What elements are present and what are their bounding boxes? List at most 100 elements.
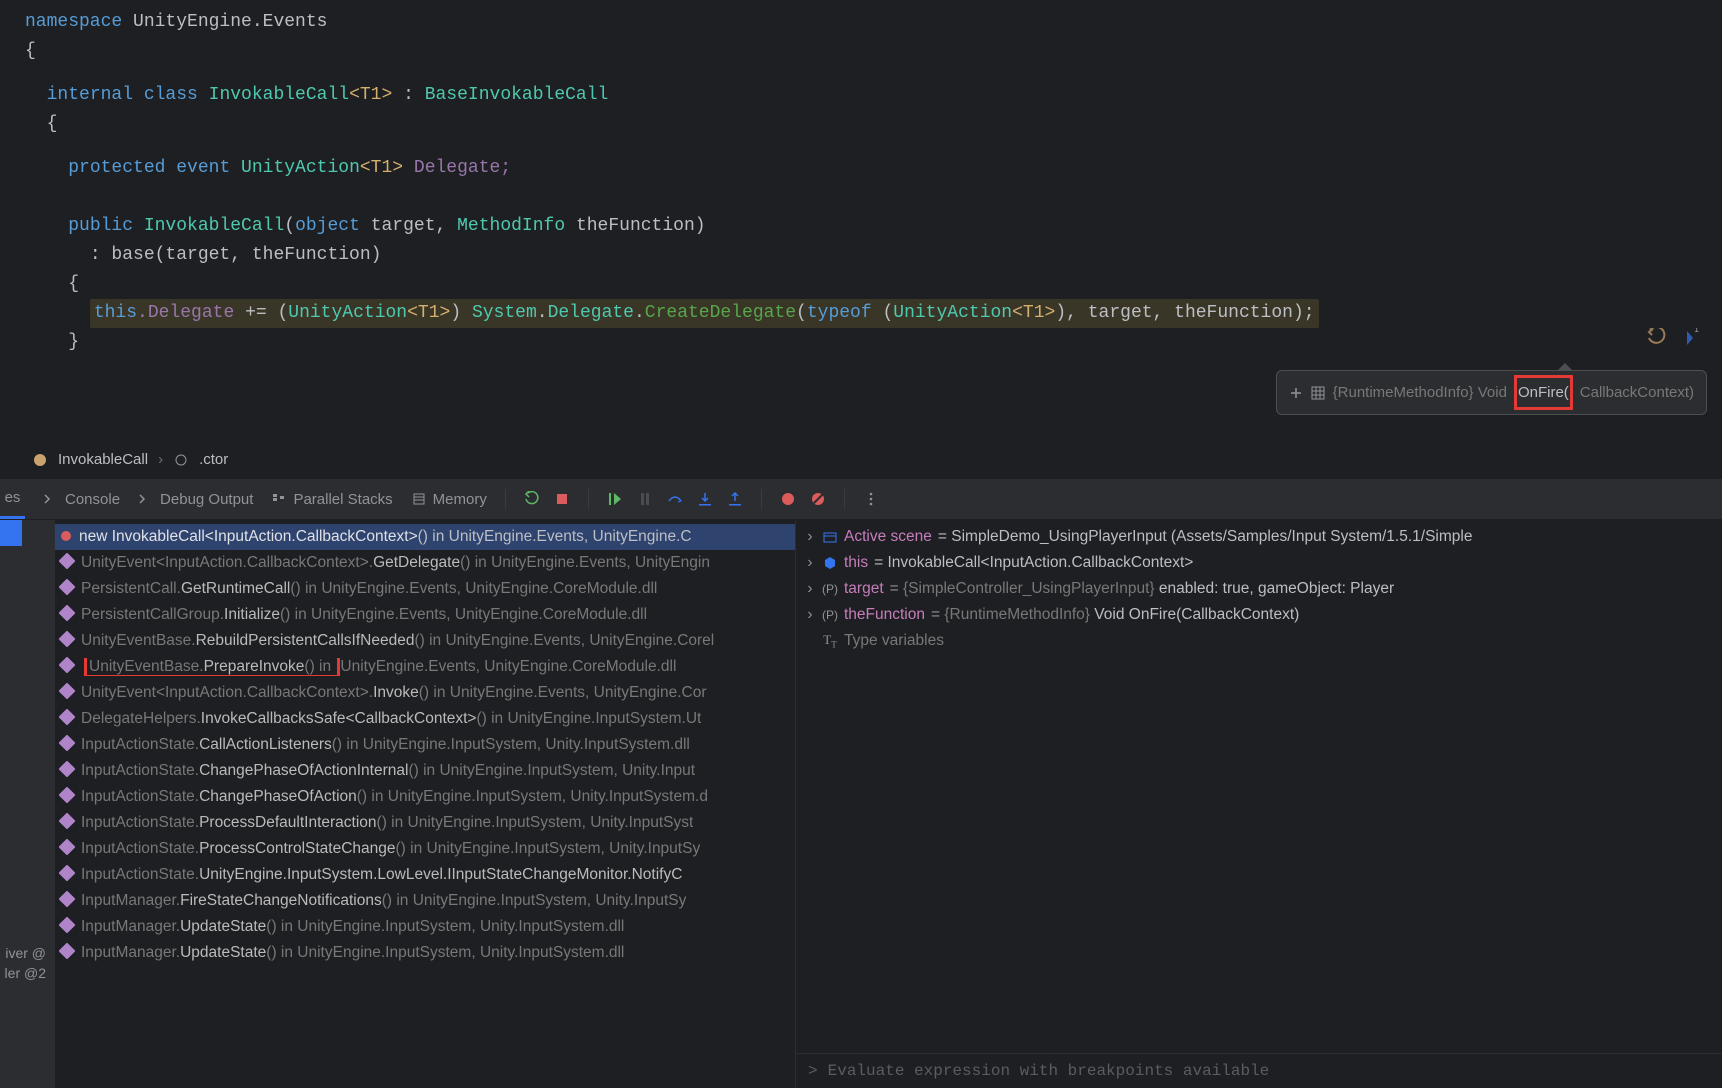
code-token: <T1> xyxy=(360,158,403,178)
resume-icon[interactable] xyxy=(607,491,623,507)
frame-icon xyxy=(61,840,73,858)
code-token: { xyxy=(68,274,79,294)
variable-row[interactable]: TTType variables xyxy=(796,628,1722,654)
debug-toolbar: es Console Debug Output Parallel Stacks … xyxy=(0,478,1722,520)
tooltip-prefix: {RuntimeMethodInfo} Void xyxy=(1333,378,1507,407)
stack-frame-text: InputActionState.ProcessDefaultInteracti… xyxy=(81,814,693,832)
pause-icon[interactable] xyxy=(637,491,653,507)
stack-frame[interactable]: new InvokableCall<InputAction.CallbackCo… xyxy=(55,524,795,550)
stack-frame[interactable]: PersistentCall.GetRuntimeCall() in Unity… xyxy=(55,576,795,602)
debug-output-tab[interactable]: Debug Output xyxy=(138,491,253,508)
stack-frame[interactable]: DelegateHelpers.InvokeCallbacksSafe<Call… xyxy=(55,706,795,732)
execution-line: this.Delegate += (UnityAction<T1>) Syste… xyxy=(90,299,1319,328)
code-token: { xyxy=(25,37,1722,66)
stack-frame[interactable]: UnityEventBase.RebuildPersistentCallsIfN… xyxy=(55,628,795,654)
console-tab[interactable]: Console xyxy=(43,491,120,508)
stack-frame-text: InputActionState.ProcessControlStateChan… xyxy=(81,840,700,858)
debug-value-tooltip: {RuntimeMethodInfo} Void OnFire(Callback… xyxy=(1276,370,1707,415)
code-token: .Delegate xyxy=(137,303,245,323)
stack-frame[interactable]: PersistentCallGroup.Initialize() in Unit… xyxy=(55,602,795,628)
code-token: : base(target, theFunction) xyxy=(90,245,382,265)
code-token: } xyxy=(68,332,79,352)
svg-text:I: I xyxy=(1694,328,1699,335)
code-token: namespace xyxy=(25,12,122,32)
code-token: internal class xyxy=(47,85,198,105)
frame-icon xyxy=(61,554,73,572)
variable-row[interactable]: ›(P)target = {SimpleController_UsingPlay… xyxy=(796,576,1722,602)
stack-frame[interactable]: InputActionState.ChangePhaseOfActionInte… xyxy=(55,758,795,784)
stack-frame-text: InputActionState.CallActionListeners() i… xyxy=(81,736,690,754)
more-icon[interactable] xyxy=(863,491,879,507)
type-icon: TT xyxy=(822,632,838,650)
code-token: object xyxy=(295,216,360,236)
code-token: InvokableCall xyxy=(133,216,284,236)
stack-frame[interactable]: InputActionState.ProcessDefaultInteracti… xyxy=(55,810,795,836)
stack-frame[interactable]: UnityEventBase.PrepareInvoke() in UnityE… xyxy=(55,654,795,680)
stack-frame-text: UnityEventBase.PrepareInvoke() in UnityE… xyxy=(81,658,676,676)
code-token: Delegate; xyxy=(403,158,511,178)
step-into-icon[interactable] xyxy=(697,491,713,507)
stack-frame[interactable]: InputManager.FireStateChangeNotification… xyxy=(55,888,795,914)
stack-frame[interactable]: InputActionState.UnityEngine.InputSystem… xyxy=(55,862,795,888)
frame-icon xyxy=(61,918,73,936)
code-token: target, xyxy=(360,216,457,236)
step-over-icon[interactable] xyxy=(667,491,683,507)
frame-icon xyxy=(61,866,73,884)
frame-icon xyxy=(61,944,73,962)
stack-frame[interactable]: UnityEvent<InputAction.CallbackContext>.… xyxy=(55,680,795,706)
breadcrumb-item[interactable]: .ctor xyxy=(199,451,228,468)
stack-frame[interactable]: InputActionState.ChangePhaseOfAction() i… xyxy=(55,784,795,810)
expand-icon[interactable]: › xyxy=(804,528,816,546)
code-token: this xyxy=(94,303,137,323)
variable-name: target xyxy=(844,580,884,598)
step-to-cursor-icon[interactable]: I xyxy=(1685,328,1707,348)
execute-icon[interactable] xyxy=(1647,328,1667,348)
param-icon: (P) xyxy=(822,608,838,622)
expand-icon[interactable]: › xyxy=(804,606,816,624)
step-out-icon[interactable] xyxy=(727,491,743,507)
evaluate-expression-bar[interactable]: > Evaluate expression with breakpoints a… xyxy=(796,1053,1722,1088)
truncated-tab[interactable]: es xyxy=(0,479,25,519)
expand-icon[interactable]: › xyxy=(804,554,816,572)
code-token: <T1> xyxy=(349,85,392,105)
grid-icon[interactable] xyxy=(1311,386,1325,400)
memory-tab[interactable]: Memory xyxy=(411,491,487,508)
code-token: BaseInvokableCall xyxy=(425,85,609,105)
frame-icon xyxy=(61,684,73,702)
parallel-stacks-tab[interactable]: Parallel Stacks xyxy=(271,491,392,508)
frame-icon xyxy=(61,762,73,780)
frame-icon xyxy=(61,814,73,832)
variable-row[interactable]: ›Active scene = SimpleDemo_UsingPlayerIn… xyxy=(796,524,1722,550)
variables-panel[interactable]: ›Active scene = SimpleDemo_UsingPlayerIn… xyxy=(795,520,1722,1088)
scene-icon xyxy=(822,530,838,544)
breadcrumb-separator: › xyxy=(158,451,163,468)
code-token: : xyxy=(392,85,424,105)
gutter: iver @ ler @2 xyxy=(0,520,55,1088)
stack-frame-text: new InvokableCall<InputAction.CallbackCo… xyxy=(79,528,692,546)
code-editor[interactable]: namespace UnityEngine.Events { internal … xyxy=(0,0,1722,440)
stack-frame[interactable]: InputActionState.CallActionListeners() i… xyxy=(55,732,795,758)
code-token: theFunction) xyxy=(565,216,705,236)
plus-icon[interactable] xyxy=(1289,386,1303,400)
rerun-icon[interactable] xyxy=(524,491,540,507)
variable-row[interactable]: ›this = InvokableCall<InputAction.Callba… xyxy=(796,550,1722,576)
code-token: { xyxy=(47,114,58,134)
stack-frame[interactable]: InputManager.UpdateState() in UnityEngin… xyxy=(55,914,795,940)
stop-icon[interactable] xyxy=(554,491,570,507)
variable-row[interactable]: ›(P)theFunction = {RuntimeMethodInfo} Vo… xyxy=(796,602,1722,628)
frame-icon xyxy=(61,892,73,910)
stack-frame-text: InputActionState.ChangePhaseOfAction() i… xyxy=(81,788,708,806)
mute-breakpoints-icon[interactable] xyxy=(810,491,826,507)
stack-frame[interactable]: UnityEvent<InputAction.CallbackContext>.… xyxy=(55,550,795,576)
code-token: UnityAction xyxy=(230,158,360,178)
breadcrumb-item[interactable]: InvokableCall xyxy=(58,451,148,468)
stack-frame[interactable]: InputManager.UpdateState() in UnityEngin… xyxy=(55,940,795,966)
call-stack-panel[interactable]: new InvokableCall<InputAction.CallbackCo… xyxy=(55,520,795,1088)
frame-icon xyxy=(61,580,73,598)
stack-frame-text: PersistentCallGroup.Initialize() in Unit… xyxy=(81,606,647,624)
stack-frame[interactable]: InputActionState.ProcessControlStateChan… xyxy=(55,836,795,862)
code-token: MethodInfo xyxy=(457,216,565,236)
breakpoint-icon[interactable] xyxy=(780,491,796,507)
code-token: InvokableCall xyxy=(198,85,349,105)
expand-icon[interactable]: › xyxy=(804,580,816,598)
